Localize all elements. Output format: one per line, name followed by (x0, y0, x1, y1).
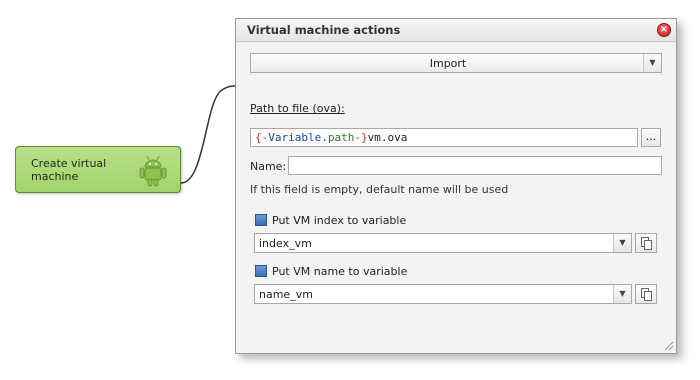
variable-checkbox-icon[interactable] (255, 214, 267, 226)
name-var-select[interactable]: name_vm ▼ (254, 284, 632, 304)
name-label: Name: (250, 160, 287, 173)
name-var-value: name_vm (259, 288, 313, 301)
path-input[interactable]: {-Variable.path-}vm.ova (250, 128, 638, 147)
name-var-label: Put VM name to variable (255, 265, 407, 278)
name-input[interactable] (288, 156, 662, 175)
browse-button[interactable]: ... (641, 128, 661, 147)
index-var-select[interactable]: index_vm ▼ (254, 233, 632, 253)
action-select[interactable]: Import ▼ (250, 53, 662, 73)
variable-checkbox-icon[interactable] (255, 265, 267, 277)
dialog-titlebar[interactable]: Virtual machine actions × (236, 19, 676, 42)
action-node[interactable]: Create virtual machine (15, 146, 181, 193)
chevron-down-icon[interactable]: ▼ (613, 234, 631, 252)
chevron-down-icon[interactable]: ▼ (613, 285, 631, 303)
resize-grip-icon[interactable] (662, 339, 674, 351)
copy-index-button[interactable] (635, 233, 657, 253)
index-var-label: Put VM index to variable (255, 214, 406, 227)
action-select-value: Import (429, 57, 467, 70)
close-icon[interactable]: × (657, 23, 671, 37)
name-hint: If this field is empty, default name wil… (250, 183, 509, 196)
vm-actions-dialog: Virtual machine actions × Import ▼ Path … (235, 18, 677, 354)
path-label: Path to file (ova): (250, 102, 345, 115)
chevron-down-icon[interactable]: ▼ (643, 54, 661, 72)
index-var-value: index_vm (259, 237, 312, 250)
android-icon (139, 155, 167, 187)
dialog-title: Virtual machine actions (247, 23, 401, 37)
copy-name-button[interactable] (635, 284, 657, 304)
node-label: Create virtual machine (31, 157, 107, 183)
